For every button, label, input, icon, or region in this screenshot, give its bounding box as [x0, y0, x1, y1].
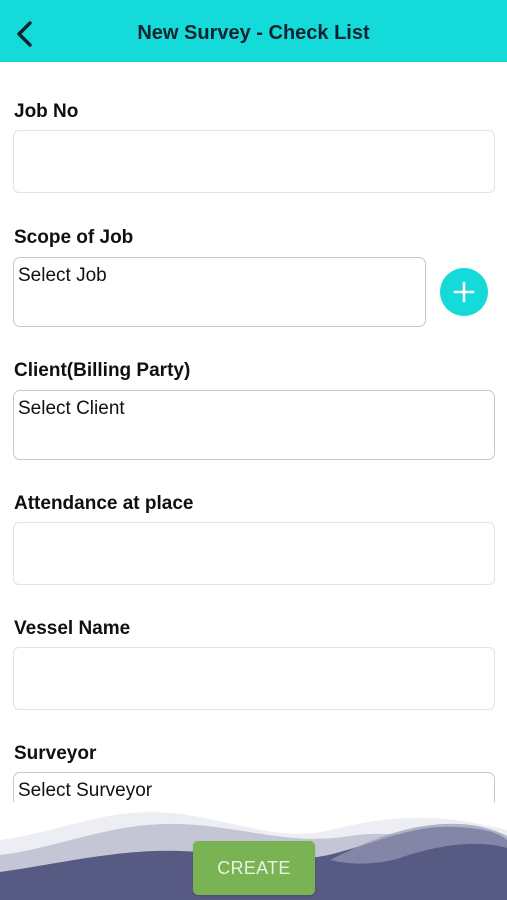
add-job-button[interactable]: [440, 268, 488, 316]
surveyor-select[interactable]: Select Surveyor: [13, 772, 495, 802]
scope-of-job-label: Scope of Job: [14, 227, 134, 248]
attendance-label: Attendance at place: [14, 493, 194, 514]
footer: CREATE: [0, 800, 507, 900]
scope-of-job-select[interactable]: Select Job: [13, 257, 426, 327]
attendance-field[interactable]: [13, 522, 495, 585]
client-select[interactable]: Select Client: [13, 390, 495, 460]
job-no-field[interactable]: [13, 130, 495, 193]
page-title: New Survey - Check List: [137, 22, 370, 44]
vessel-name-label: Vessel Name: [14, 618, 131, 639]
client-label: Client(Billing Party): [14, 360, 191, 381]
survey-form: Job No Scope of Job Select Job Client(Bi…: [0, 62, 507, 802]
job-no-label: Job No: [14, 101, 79, 122]
vessel-name-field[interactable]: [13, 647, 495, 710]
app-header: New Survey - Check List: [0, 0, 507, 62]
create-button[interactable]: CREATE: [193, 841, 315, 895]
plus-icon: [453, 281, 475, 303]
surveyor-label: Surveyor: [14, 743, 97, 764]
